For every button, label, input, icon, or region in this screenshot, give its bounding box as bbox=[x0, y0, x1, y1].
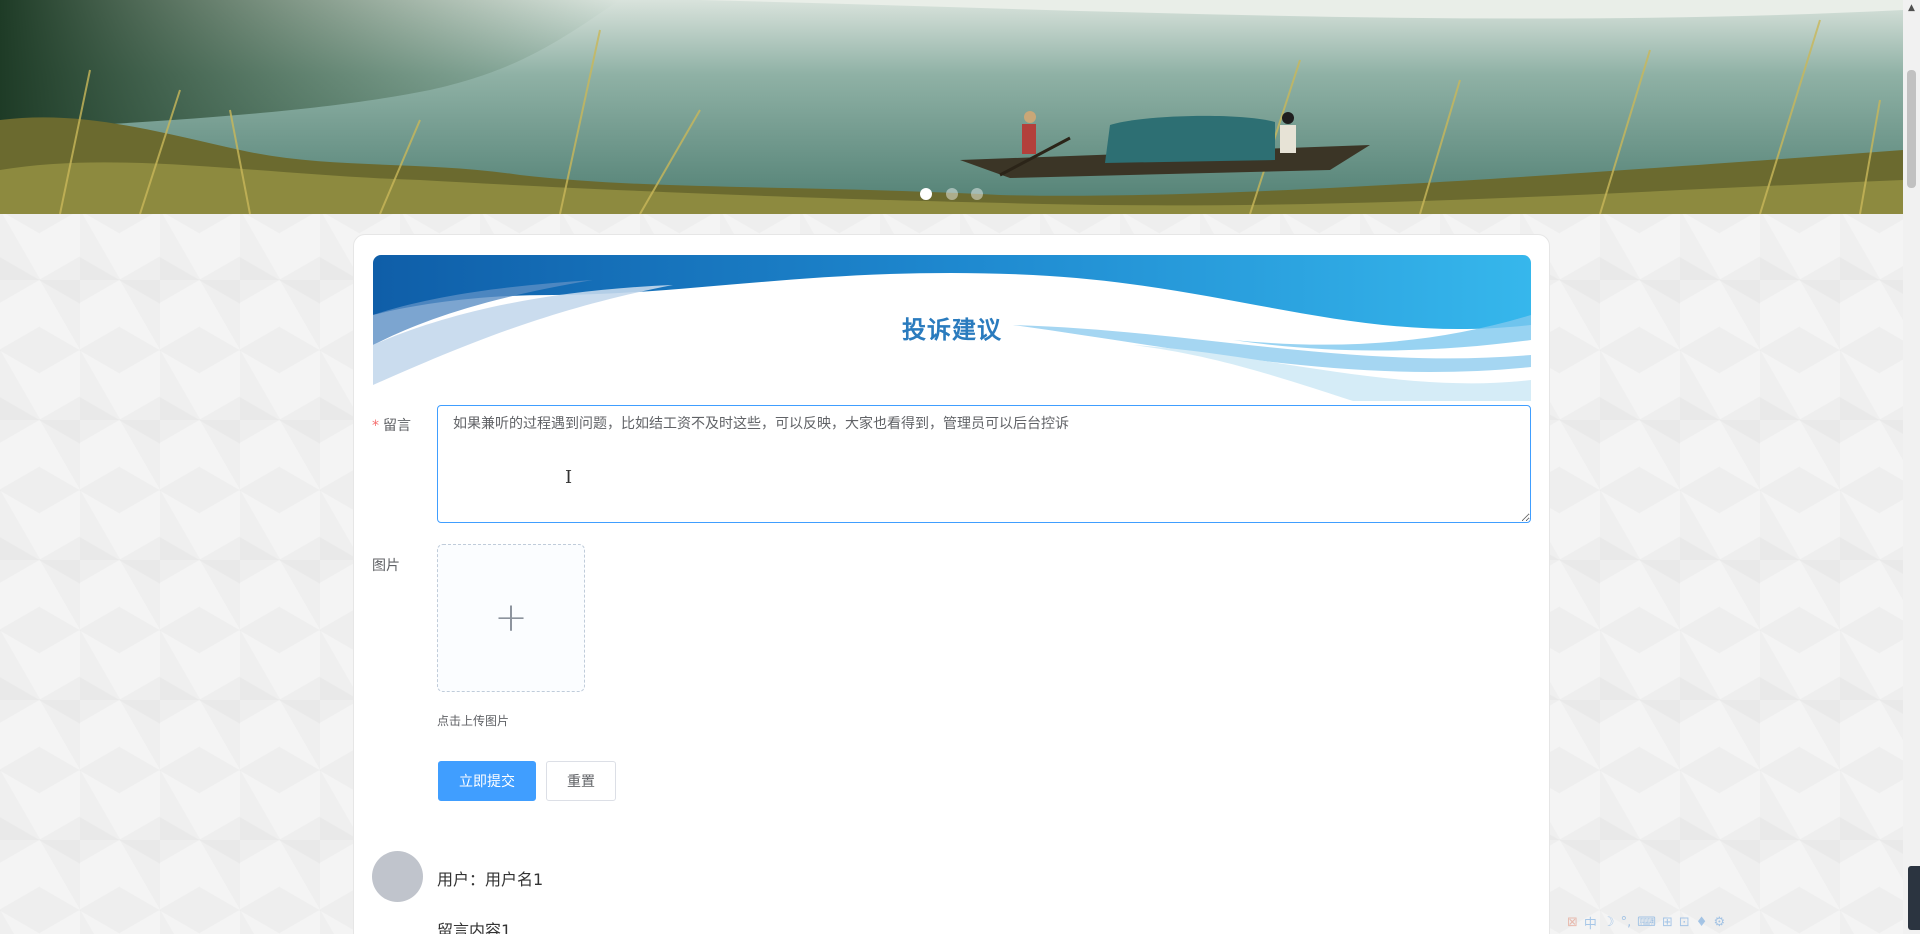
message-content: 留言内容1 bbox=[437, 921, 512, 934]
carousel-indicators bbox=[0, 185, 1903, 204]
message-user: 用户：用户名1 bbox=[437, 870, 544, 889]
ime-moon-icon[interactable]: ☽ bbox=[1603, 915, 1615, 930]
message-label: * 留言 bbox=[372, 415, 411, 435]
ime-toolbar[interactable]: ⊠ 中 ☽ °, ⌨ ⊞ ⊡ ♦ ⚙ bbox=[1567, 913, 1725, 932]
avatar bbox=[372, 851, 423, 902]
ime-skin-icon[interactable]: ♦ bbox=[1696, 915, 1708, 930]
image-label: 图片 bbox=[372, 558, 400, 574]
message-label-text: 留言 bbox=[383, 418, 411, 434]
required-mark: * bbox=[372, 418, 379, 434]
banner-carousel[interactable] bbox=[0, 0, 1903, 214]
submit-button[interactable]: 立即提交 bbox=[438, 761, 536, 801]
ime-grid-icon[interactable]: ⊞ bbox=[1662, 915, 1673, 930]
plus-icon: + bbox=[494, 595, 528, 641]
scroll-thumb[interactable] bbox=[1907, 70, 1916, 188]
ime-keyboard-icon[interactable]: ⌨ bbox=[1637, 915, 1656, 930]
carousel-dot-3[interactable] bbox=[970, 188, 983, 200]
carousel-dot-2[interactable] bbox=[945, 188, 958, 200]
carousel-dot-1[interactable] bbox=[920, 188, 933, 200]
ime-logo-icon[interactable]: ⊠ bbox=[1567, 915, 1578, 930]
message-textarea[interactable] bbox=[437, 405, 1531, 523]
side-widget-handle[interactable] bbox=[1908, 866, 1920, 930]
upload-tip: 点击上传图片 bbox=[437, 714, 510, 728]
ime-chinese-icon[interactable]: 中 bbox=[1584, 913, 1597, 932]
scroll-up-arrow-icon[interactable]: ▲ bbox=[1903, 0, 1920, 17]
ime-punct-icon[interactable]: °, bbox=[1621, 915, 1632, 930]
reset-button[interactable]: 重置 bbox=[546, 761, 616, 801]
ime-settings-icon[interactable]: ⚙ bbox=[1713, 915, 1725, 930]
page-title: 投诉建议 bbox=[902, 316, 1002, 344]
banner-image bbox=[0, 0, 1903, 214]
card-header-banner: 投诉建议 bbox=[373, 255, 1531, 401]
image-upload-box[interactable]: + bbox=[437, 544, 585, 692]
page-scrollbar[interactable]: ▲ bbox=[1903, 0, 1920, 934]
ime-box-icon[interactable]: ⊡ bbox=[1679, 915, 1690, 930]
text-cursor-icon: I bbox=[565, 467, 573, 488]
